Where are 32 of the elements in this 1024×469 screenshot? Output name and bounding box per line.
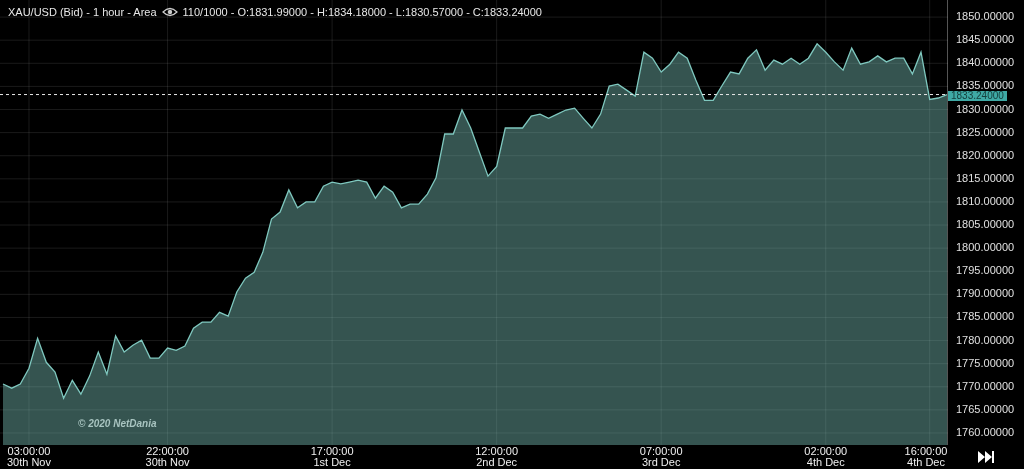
y-axis-label: 1805.00000 (956, 219, 1015, 230)
y-axis-label: 1825.00000 (956, 126, 1015, 137)
last-price-label: 1833.24000 (948, 90, 1007, 101)
y-axis-label: 1820.00000 (956, 149, 1015, 160)
chart-title: XAU/USD (Bid) - 1 hour - Area (8, 6, 157, 18)
y-axis-label: 1810.00000 (956, 195, 1015, 206)
eye-icon[interactable] (161, 7, 178, 17)
x-axis-label: 22:00:00 30th Nov (145, 446, 190, 468)
y-axis-label: 1785.00000 (956, 311, 1015, 322)
y-axis-label: 1790.00000 (956, 288, 1015, 299)
ohlc-stats: 110/1000 - O:1831.99000 - H:1834.18000 - L:1830.57000 - C:1833.24000 (182, 6, 542, 18)
y-axis-label: 1815.00000 (956, 172, 1015, 183)
x-axis-label: 02:00:00 4th Dec (804, 446, 848, 468)
y-axis-label: 1845.00000 (956, 34, 1015, 45)
y-axis-label: 1770.00000 (956, 380, 1015, 391)
x-axis-label: 07:00:00 3rd Dec (639, 446, 683, 468)
y-axis-label: 1830.00000 (956, 103, 1015, 114)
x-axis-label: 17:00:00 1st Dec (310, 446, 354, 468)
y-axis-label: 1765.00000 (956, 403, 1015, 414)
y-axis-label: 1780.00000 (956, 334, 1015, 345)
y-axis-label: 1800.00000 (956, 242, 1015, 253)
fast-forward-icon[interactable] (978, 451, 994, 463)
y-axis-label: 1850.00000 (956, 11, 1015, 22)
x-axis-label: 16:00:00 4th Dec (904, 446, 948, 468)
copyright-text: © 2020 NetDania (78, 418, 157, 429)
y-axis-label: 1840.00000 (956, 57, 1015, 68)
x-axis-label: 03:00:00 30th Nov (6, 446, 51, 468)
y-axis-label: 1795.00000 (956, 265, 1015, 276)
y-axis-label: 1760.00000 (956, 427, 1015, 437)
y-axis-label: 1775.00000 (956, 357, 1015, 368)
x-axis-label: 12:00:00 2nd Dec (475, 446, 519, 468)
y-axis-label: 1835.00000 (956, 80, 1015, 91)
